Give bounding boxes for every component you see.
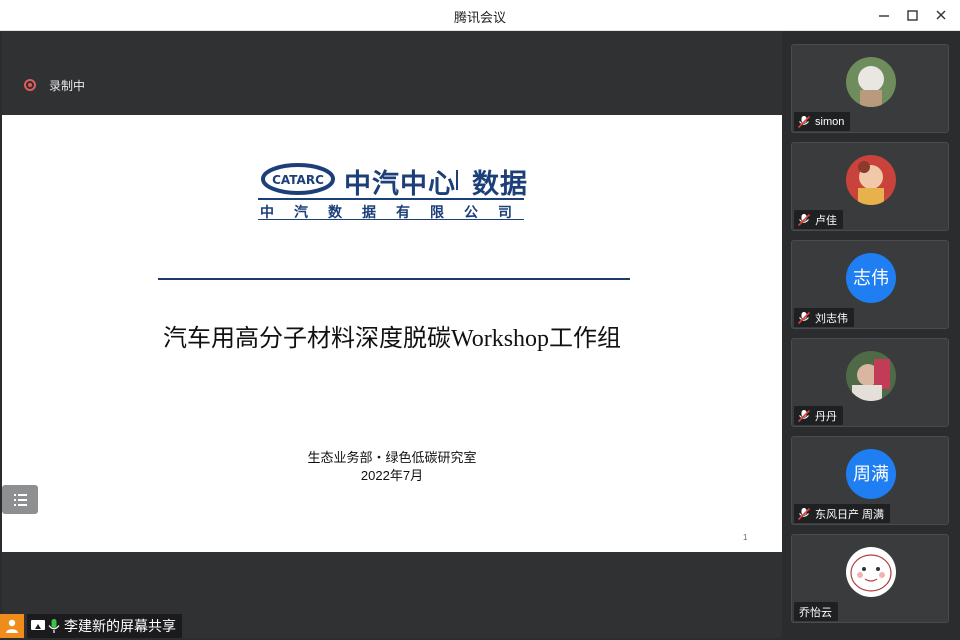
participant-name: 丹丹 (815, 410, 837, 423)
screen-share-bar[interactable]: 李建新的屏幕共享 (0, 614, 182, 638)
record-icon (24, 79, 36, 91)
avatar (846, 155, 896, 205)
minimize-icon (879, 15, 889, 17)
participant-nametag: simon (794, 112, 851, 131)
minimize-button[interactable] (875, 6, 893, 24)
participant-name: 卢佳 (815, 214, 837, 227)
window-title: 腾讯会议 (453, 10, 506, 25)
participant-name: 刘志伟 (815, 312, 848, 325)
participant-nametag: 刘志伟 (794, 308, 854, 327)
participant-panel: simon 卢佳 志伟 刘志伟 丹丹 周满 东风日产 周满 乔怡云 (784, 31, 960, 640)
logo-text: 中汽中心 数据 (344, 169, 528, 200)
avatar: 志伟 (846, 253, 896, 303)
logo-separator (456, 170, 458, 190)
screen-share-area[interactable]: 录制中 CATARC 中汽中心 数据 中汽数据有限公司 汽车用高分子材料深度脱碳W… (2, 31, 782, 638)
participant-nametag: 乔怡云 (794, 602, 838, 621)
participant-tile[interactable]: 周满 东风日产 周满 (791, 436, 949, 525)
avatar (846, 351, 896, 401)
mic-muted-icon (797, 115, 811, 128)
mic-icon (48, 619, 60, 633)
svg-text:CATARC: CATARC (272, 173, 324, 187)
participant-tile[interactable]: 卢佳 (791, 142, 949, 231)
avatar: 周满 (846, 449, 896, 499)
slide-divider (158, 278, 630, 280)
participant-tile[interactable]: 乔怡云 (791, 534, 949, 623)
participant-tile[interactable]: 志伟 刘志伟 (791, 240, 949, 329)
maximize-icon (907, 10, 918, 21)
participant-tile[interactable]: simon (791, 44, 949, 133)
slide-date: 2022年7月 (360, 468, 424, 483)
mic-muted-icon (797, 507, 811, 520)
logo-rule-bottom (258, 219, 524, 220)
avatar (846, 57, 896, 107)
catarc-logo-mark: CATARC (261, 163, 335, 195)
share-label: 李建新的屏幕共享 (64, 618, 176, 634)
presenter-button[interactable] (0, 614, 24, 638)
recording-label: 录制中 (49, 78, 86, 93)
mic-muted-icon (797, 213, 811, 226)
screen-share-icon (31, 620, 45, 630)
mic-muted-icon (797, 311, 811, 324)
share-info[interactable]: 李建新的屏幕共享 (27, 614, 182, 638)
logo-rule (258, 198, 524, 200)
avatar (846, 547, 896, 597)
slide-page-number: 1 (743, 533, 748, 542)
participant-nametag: 丹丹 (794, 406, 843, 425)
recording-indicator[interactable]: 录制中 (24, 77, 85, 93)
participant-name: 东风日产 周满 (815, 508, 885, 521)
participant-name: simon (815, 115, 845, 128)
participant-tile[interactable]: 丹丹 (791, 338, 949, 427)
slide-title: 汽车用高分子材料深度脱碳Workshop工作组 (162, 326, 622, 352)
participant-nametag: 卢佳 (794, 210, 843, 229)
participant-nametag: 东风日产 周满 (794, 504, 891, 523)
slide-department: 生态业务部・绿色低碳研究室 (307, 450, 477, 465)
maximize-button[interactable] (903, 6, 921, 24)
list-icon (14, 494, 27, 506)
mic-muted-icon (797, 409, 811, 422)
participant-name: 乔怡云 (799, 606, 832, 619)
list-button[interactable] (2, 485, 38, 514)
presentation-slide: CATARC 中汽中心 数据 中汽数据有限公司 汽车用高分子材料深度脱碳Works… (2, 115, 782, 552)
user-icon (6, 619, 18, 633)
close-button[interactable] (932, 6, 950, 24)
title-bar: 腾讯会议 (0, 0, 960, 31)
close-icon (936, 10, 946, 20)
